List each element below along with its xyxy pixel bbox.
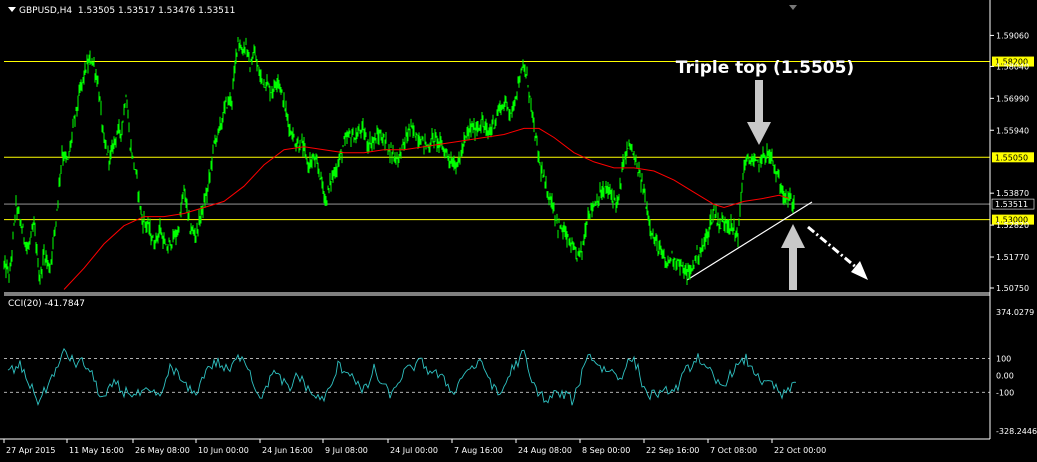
time-tick-label: 24 Aug 08:00 (518, 446, 572, 455)
current-price-label: 1.53511 (995, 200, 1028, 209)
price-chart[interactable]: 1.582001.550501.530001.53511 374.0279100… (0, 0, 1037, 458)
time-tick-label: 22 Sep 16:00 (646, 446, 699, 455)
ohlc-values: 1.53505 1.53517 1.53476 1.53511 (77, 6, 236, 16)
price-tick-label: 1.56990 (996, 94, 1029, 103)
price-tick-label: 1.52820 (996, 221, 1029, 230)
chart-header: GBPUSD,H4 1.53505 1.53517 1.53476 1.5351… (8, 6, 235, 16)
symbol-label: GBPUSD,H4 (19, 6, 73, 16)
time-tick-label: 24 Jul 00:00 (390, 446, 438, 455)
cci-label: CCI(20) -41.7847 (8, 299, 86, 309)
up-arrow-shaft (789, 245, 797, 290)
cci-tick-label: -328.2446 (996, 427, 1037, 436)
annotation-triple-top: Triple top (1.5505) (676, 58, 854, 78)
price-tick-label: 1.50750 (996, 284, 1029, 293)
down-arrow-shaft (755, 80, 763, 125)
time-tick-label: 22 Oct 00:00 (774, 446, 826, 455)
time-tick-label: 11 May 16:00 (69, 446, 124, 455)
level-label: 1.55050 (995, 153, 1028, 162)
cci-header: CCI(20) -41.7847 (8, 299, 85, 309)
price-tick-label: 1.53870 (996, 189, 1029, 198)
chart-root: 1.58200 1.55050 1.53000 1.53511 374.0279 100… (0, 0, 1037, 458)
cci-tick-label: 100 (996, 354, 1011, 363)
dropdown-triangle-icon[interactable] (8, 7, 16, 12)
time-tick-label: 26 May 08:00 (135, 446, 190, 455)
cci-tick-label: -100 (996, 388, 1014, 397)
cci-tick-label: 0.00 (996, 371, 1014, 380)
price-tick-label: 1.59060 (996, 31, 1029, 40)
price-tick-label: 1.51770 (996, 253, 1029, 262)
time-tick-label: 9 Jul 08:00 (325, 446, 368, 455)
cci-tick-label: 374.0279 (996, 308, 1034, 317)
time-tick-label: 10 Jun 00:00 (198, 446, 249, 455)
time-tick-label: 7 Oct 08:00 (710, 446, 757, 455)
price-tick-label: 1.58040 (996, 62, 1029, 71)
time-tick-label: 8 Sep 00:00 (582, 446, 630, 455)
time-tick-label: 27 Apr 2015 (6, 446, 55, 455)
price-tick-label: 1.55940 (996, 126, 1029, 135)
time-tick-label: 24 Jun 16:00 (262, 446, 313, 455)
time-tick-label: 7 Aug 16:00 (454, 446, 503, 455)
